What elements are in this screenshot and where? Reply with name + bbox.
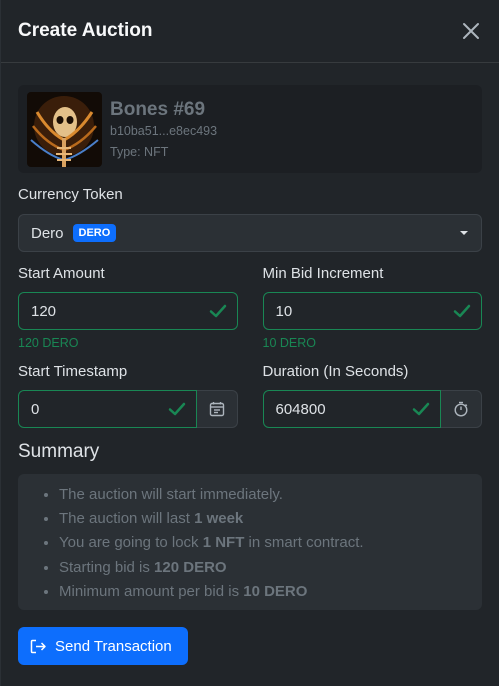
check-icon xyxy=(412,402,430,416)
chevron-down-icon xyxy=(460,231,468,235)
duration-input[interactable]: 604800 xyxy=(262,390,441,428)
summary-item: The auction will last 1 week xyxy=(59,507,482,531)
start-amount-feedback: 120 DERO xyxy=(18,336,79,350)
summary-item: Starting bid is 120 DERO xyxy=(59,556,482,580)
check-icon xyxy=(209,304,226,318)
modal-title: Create Auction xyxy=(18,20,153,41)
duration-value: 604800 xyxy=(275,400,326,418)
nft-thumbnail xyxy=(27,91,102,167)
start-amount-label: Start Amount xyxy=(18,265,105,282)
close-button[interactable] xyxy=(459,19,483,43)
nft-id: b10ba51...e8ec493 xyxy=(110,124,218,138)
start-timestamp-value: 0 xyxy=(31,400,40,418)
summary-list: The auction will start immediately. The … xyxy=(18,483,482,604)
nft-card: Bones #69 b10ba51...e8ec493 Type: NFT xyxy=(18,85,482,173)
summary-item: The auction will start immediately. xyxy=(59,483,482,507)
close-icon xyxy=(463,23,479,39)
start-amount-input[interactable]: 120 xyxy=(18,292,238,330)
send-transaction-label: Send Transaction xyxy=(55,637,172,655)
nft-name: Bones #69 xyxy=(110,99,206,120)
send-icon xyxy=(30,639,46,653)
min-bid-value: 10 xyxy=(275,302,293,320)
min-bid-input[interactable]: 10 xyxy=(262,292,482,330)
create-auction-modal: Create Auction Bones #69 b10ba51...e8ec4… xyxy=(0,0,499,686)
calendar-icon xyxy=(209,402,224,417)
currency-token-label: Currency Token xyxy=(18,186,123,203)
summary-item: Minimum amount per bid is 10 DERO xyxy=(59,580,482,604)
summary-item: You are going to lock 1 NFT in smart con… xyxy=(59,531,482,555)
summary-box: The auction will start immediately. The … xyxy=(18,474,482,610)
min-bid-label: Min Bid Increment xyxy=(262,265,384,282)
stopwatch-icon xyxy=(454,401,468,417)
currency-badge: DERO xyxy=(72,224,117,242)
send-transaction-button[interactable]: Send Transaction xyxy=(18,627,188,665)
start-timestamp-label: Start Timestamp xyxy=(18,363,128,380)
start-amount-value: 120 xyxy=(31,302,57,320)
start-timestamp-input[interactable]: 0 xyxy=(18,390,197,428)
check-icon xyxy=(168,402,185,416)
modal-header: Create Auction xyxy=(1,0,499,63)
min-bid-feedback: 10 DERO xyxy=(262,336,317,350)
nft-type: Type: NFT xyxy=(110,145,169,159)
currency-value: Dero xyxy=(31,224,64,242)
currency-token-select[interactable]: Dero DERO xyxy=(18,214,482,252)
stopwatch-button[interactable] xyxy=(441,390,482,428)
calendar-button[interactable] xyxy=(196,390,238,428)
duration-label: Duration (In Seconds) xyxy=(262,363,409,380)
check-icon xyxy=(453,304,471,318)
summary-heading: Summary xyxy=(18,441,100,462)
